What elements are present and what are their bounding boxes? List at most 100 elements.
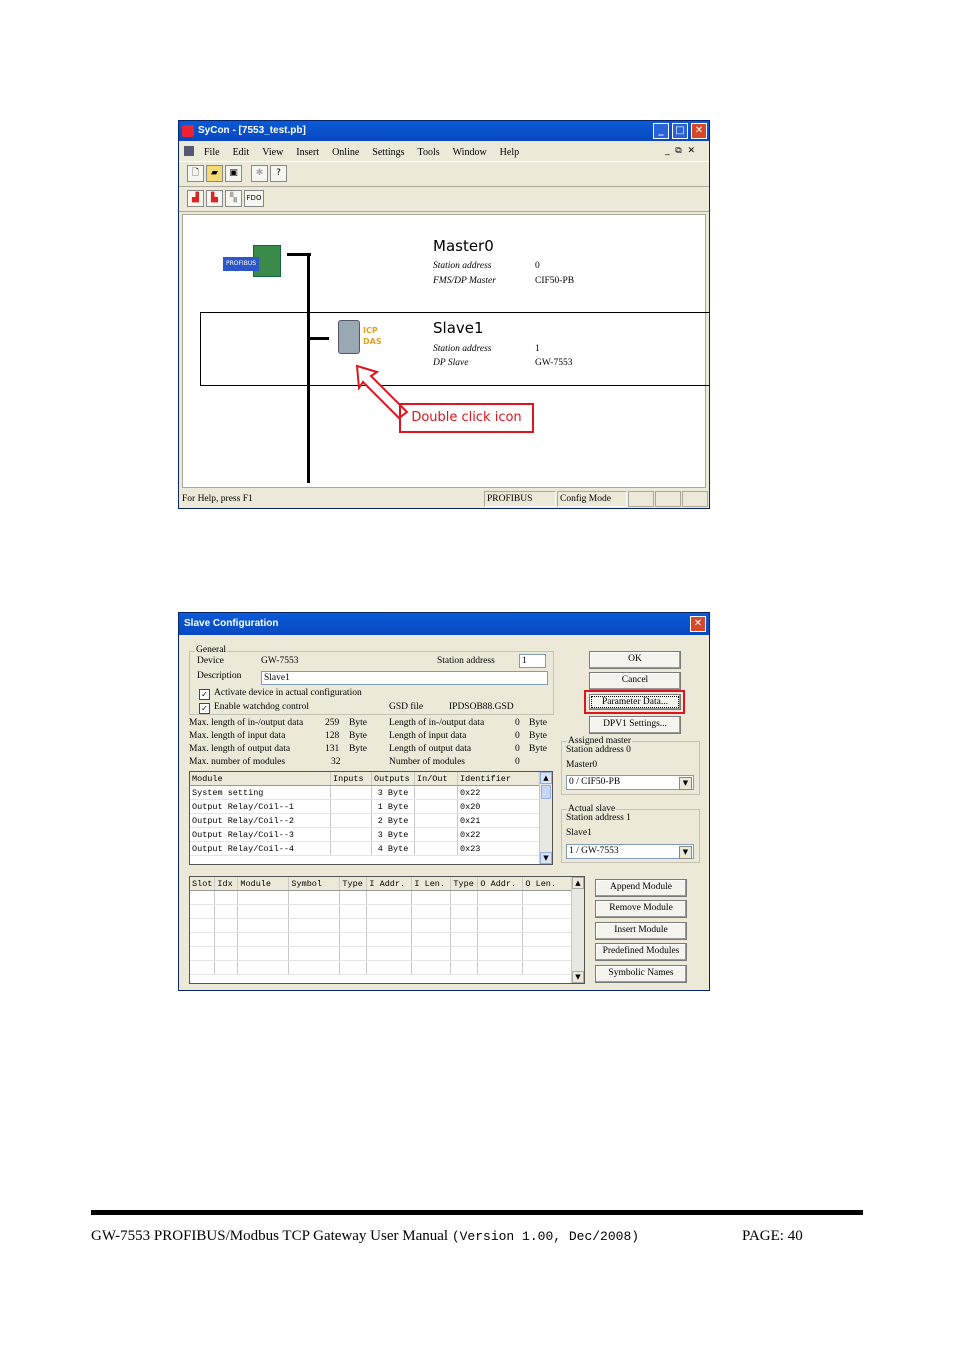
maximize-button[interactable]: □ (672, 123, 688, 139)
slot-list-scrollbar[interactable]: ▲ ▼ (571, 877, 584, 983)
dpv1-settings-button[interactable]: DPV1 Settings... (589, 716, 681, 734)
menu-window[interactable]: Window (453, 147, 487, 158)
activate-checkbox[interactable]: ✓ (199, 689, 210, 700)
stat-value: 0 (515, 757, 520, 767)
col-i-addr[interactable]: I Addr. (366, 877, 413, 891)
station-address-field[interactable]: 1 (519, 654, 546, 668)
actual-slave-select[interactable]: 1 / GW-7553 ▼ (566, 844, 694, 859)
menu-help[interactable]: Help (500, 147, 519, 158)
slot-list[interactable]: Slot Idx Module Symbol Type I Addr. I Le… (189, 876, 585, 984)
dialog-close-button[interactable]: ✕ (690, 616, 706, 632)
col-outputs[interactable]: Outputs (371, 772, 415, 786)
cell (366, 904, 413, 919)
cell (339, 890, 368, 905)
master-station-value: 0 (535, 261, 540, 271)
stat-unit: Byte (529, 744, 547, 754)
status-bar: For Help, press F1 PROFIBUS Config Mode (179, 490, 709, 508)
new-file-icon[interactable]: 🗋 (187, 165, 204, 182)
cell (477, 918, 524, 933)
slave-device-icon[interactable] (338, 320, 360, 354)
scroll-thumb[interactable] (541, 785, 551, 799)
assigned-master-select[interactable]: 0 / CIF50-PB ▼ (566, 775, 694, 790)
fdo-button[interactable]: FDO (244, 190, 264, 207)
cell (411, 918, 452, 933)
dialog-titlebar[interactable]: Slave Configuration ✕ (179, 613, 709, 635)
cell (339, 960, 368, 975)
menu-tools[interactable]: Tools (418, 147, 440, 158)
scroll-up-icon[interactable]: ▲ (540, 772, 552, 784)
description-field[interactable]: Slave1 (261, 671, 548, 685)
col-symbol[interactable]: Symbol (288, 877, 341, 891)
menu-file[interactable]: File (204, 147, 220, 158)
slot-scroll-up-icon[interactable]: ▲ (572, 877, 584, 889)
slot-table: Slot Idx Module Symbol Type I Addr. I Le… (190, 877, 572, 975)
slot-scroll-down-icon[interactable]: ▼ (572, 971, 584, 983)
insert-master-icon[interactable]: ▟ (187, 190, 204, 207)
help-pointer-icon[interactable]: ? (270, 165, 287, 182)
table-row[interactable] (190, 890, 572, 905)
insert-slave-icon[interactable]: ▙ (206, 190, 223, 207)
module-list-scrollbar[interactable]: ▲ ▼ (539, 772, 552, 864)
append-module-button[interactable]: Append Module (595, 879, 687, 897)
menu-edit[interactable]: Edit (233, 147, 250, 158)
table-row[interactable]: Output Relay/Coil--2 2 Byte 0x21 (190, 813, 540, 828)
insert-module-button[interactable]: Insert Module (595, 922, 687, 940)
table-row[interactable] (190, 904, 572, 919)
col-inputs[interactable]: Inputs (330, 772, 372, 786)
stat-row: Max. number of modules 32 (189, 757, 379, 770)
cancel-button[interactable]: Cancel (589, 672, 681, 690)
symbolic-names-button[interactable]: Symbolic Names (595, 965, 687, 983)
sycon-titlebar[interactable]: SyCon - [7553_test.pb] _ □ ✕ (179, 121, 709, 141)
col-i-len[interactable]: I Len. (411, 877, 452, 891)
table-row[interactable]: Output Relay/Coil--1 1 Byte 0x20 (190, 799, 540, 814)
cell: 0x21 (457, 813, 540, 828)
col-o-len[interactable]: O Len. (522, 877, 572, 891)
parameter-data-button[interactable]: Parameter Data... (589, 694, 681, 710)
menu-insert[interactable]: Insert (296, 147, 319, 158)
table-row[interactable]: System setting 3 Byte 0x22 (190, 785, 540, 800)
table-row[interactable] (190, 946, 572, 961)
mdi-controls[interactable]: _ ⧉ ✕ (665, 143, 695, 159)
master-card-icon[interactable]: PROFIBUS (223, 245, 281, 277)
cell (414, 785, 458, 800)
sycon-title: SyCon - [7553_test.pb] (198, 125, 306, 136)
table-row[interactable] (190, 918, 572, 933)
stat-label: Max. number of modules (189, 757, 286, 767)
ok-button[interactable]: OK (589, 651, 681, 669)
col-o-addr[interactable]: O Addr. (477, 877, 524, 891)
table-row[interactable] (190, 932, 572, 947)
minimize-button[interactable]: _ (653, 123, 669, 139)
footer-rule (91, 1210, 863, 1215)
menu-online[interactable]: Online (332, 147, 359, 158)
table-row[interactable]: Output Relay/Coil--4 4 Byte 0x23 (190, 841, 540, 856)
col-slot[interactable]: Slot (190, 877, 216, 891)
col-identifier[interactable]: Identifier (457, 772, 540, 786)
menu-bar: File Edit View Insert Online Settings To… (179, 143, 709, 159)
save-icon[interactable]: ▣ (225, 165, 242, 182)
stat-label: Length of output data (389, 744, 472, 754)
table-row[interactable] (190, 960, 572, 975)
col-type-out[interactable]: Type (450, 877, 479, 891)
col-module[interactable]: Module (190, 772, 331, 786)
col-inout[interactable]: In/Out (414, 772, 458, 786)
cell (450, 918, 479, 933)
menu-settings[interactable]: Settings (372, 147, 404, 158)
scroll-down-icon[interactable]: ▼ (540, 852, 552, 864)
table-row[interactable]: Output Relay/Coil--3 3 Byte 0x22 (190, 827, 540, 842)
close-button[interactable]: ✕ (691, 123, 707, 139)
col-slot-module[interactable]: Module (237, 877, 290, 891)
open-folder-icon[interactable]: ▰ (206, 165, 223, 182)
cell (190, 890, 216, 905)
predefined-modules-button[interactable]: Predefined Modules (595, 943, 687, 961)
module-list[interactable]: Module Inputs Outputs In/Out Identifier … (189, 771, 553, 865)
cell (190, 904, 216, 919)
col-type-in[interactable]: Type (339, 877, 368, 891)
cell (477, 960, 524, 975)
chevron-down-icon[interactable]: ▼ (679, 777, 692, 790)
menu-view[interactable]: View (262, 147, 283, 158)
remove-module-button[interactable]: Remove Module (595, 900, 687, 918)
watchdog-checkbox[interactable]: ✓ (199, 703, 210, 714)
col-idx[interactable]: Idx (214, 877, 239, 891)
cell (214, 918, 239, 933)
chevron-down-icon[interactable]: ▼ (679, 846, 692, 859)
